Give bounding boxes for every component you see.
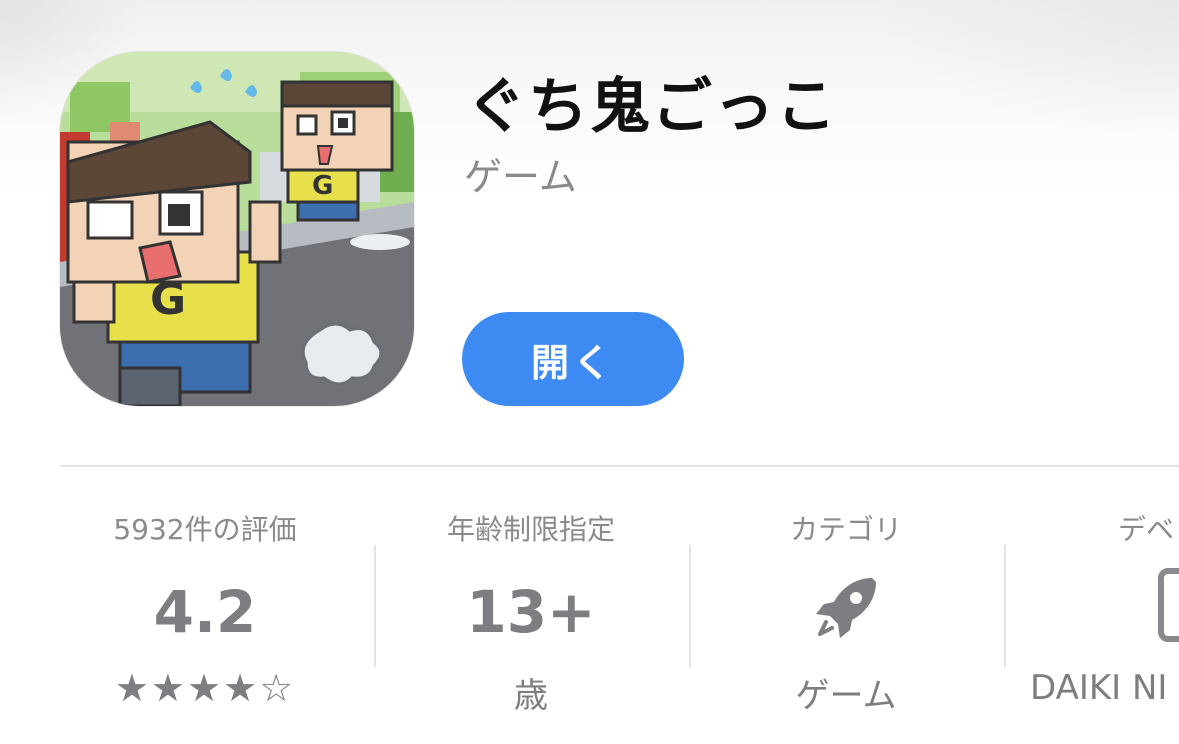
header-shade-right	[879, 0, 1179, 140]
open-button[interactable]: 開く	[462, 312, 684, 406]
age-rating-info[interactable]: 年齢制限指定 13+ 歳	[386, 500, 676, 720]
phone-icon	[1158, 568, 1179, 642]
column-divider	[374, 545, 376, 667]
section-divider	[60, 465, 1179, 467]
rocket-icon	[816, 578, 876, 638]
svg-text:G: G	[312, 171, 333, 201]
app-icon: G G	[60, 52, 414, 406]
category-info[interactable]: カテゴリ ゲーム	[701, 500, 991, 720]
rating-stars: ★★★★☆	[114, 666, 296, 710]
rating-value: 4.2	[153, 578, 257, 646]
app-title: ぐち鬼ごっこ	[466, 72, 838, 142]
category-label: カテゴリ	[789, 513, 902, 546]
ratings-info[interactable]: 5932件の評価 4.2 ★★★★☆	[60, 500, 350, 720]
column-divider	[689, 545, 691, 667]
ratings-count-label: 5932件の評価	[113, 513, 297, 546]
category-value: ゲーム	[795, 676, 897, 716]
developer-label: デベ	[1118, 513, 1175, 546]
developer-name: DAIKI NI	[1030, 668, 1168, 708]
age-rating-value: 13+	[466, 578, 596, 646]
age-rating-unit: 歳	[514, 676, 548, 716]
age-rating-label: 年齢制限指定	[446, 513, 615, 546]
app-category-subtitle: ゲーム	[464, 155, 577, 199]
column-divider	[1004, 545, 1006, 667]
